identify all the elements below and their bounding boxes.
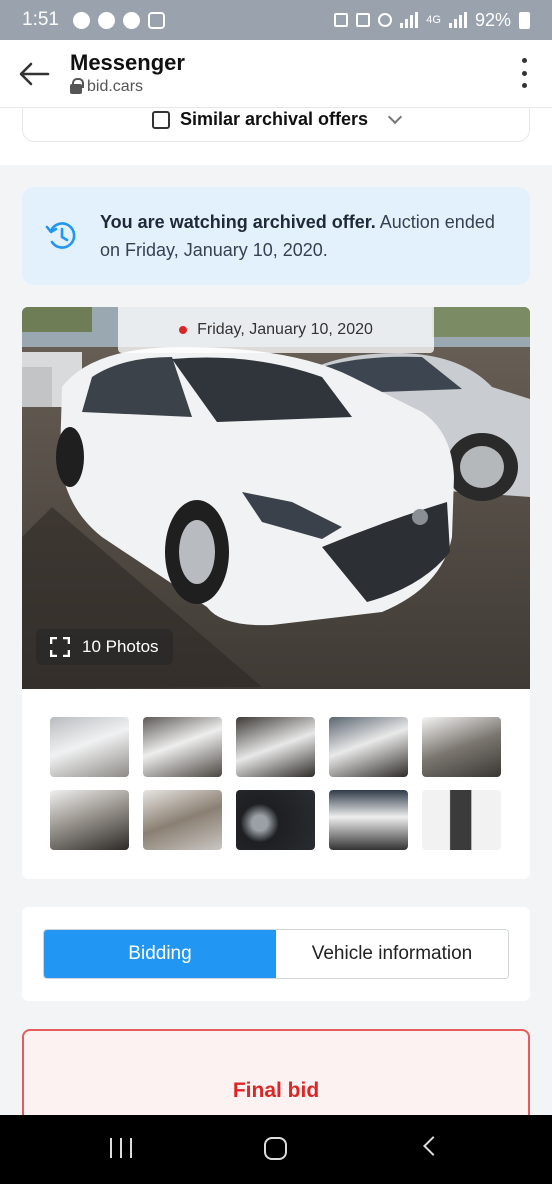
network-type: 4G bbox=[426, 14, 441, 26]
system-nav-bar bbox=[0, 1115, 552, 1184]
save-icon bbox=[334, 13, 349, 27]
more-options-button[interactable] bbox=[518, 58, 530, 88]
thumbnail[interactable] bbox=[422, 717, 501, 777]
thumbnail[interactable] bbox=[236, 717, 315, 777]
page-content: Similar archival offers You are watching… bbox=[0, 108, 552, 1115]
page-domain: bid.cars bbox=[70, 78, 185, 96]
final-bid-label: Final bid bbox=[232, 1079, 320, 1102]
tab-vehicle-information[interactable]: Vehicle information bbox=[276, 930, 508, 978]
dot bbox=[521, 70, 527, 76]
status-dot-icon bbox=[179, 326, 188, 334]
history-icon bbox=[45, 222, 76, 249]
dot bbox=[521, 58, 527, 63]
signal-icon bbox=[448, 12, 467, 28]
battery-percent: 92% bbox=[474, 9, 511, 30]
main-photo[interactable]: Friday, January 10, 2020 10 Photos bbox=[22, 307, 530, 689]
battery-icon bbox=[519, 11, 530, 29]
signal-icon bbox=[400, 12, 419, 28]
instagram-icon bbox=[147, 11, 165, 29]
similar-offers-toggle[interactable]: Similar archival offers bbox=[22, 108, 530, 142]
lock-icon bbox=[70, 78, 84, 94]
bar bbox=[130, 1138, 132, 1158]
photos-count-label: 10 Photos bbox=[82, 637, 159, 656]
similar-offers-label: Similar archival offers bbox=[179, 109, 369, 129]
facebook-icon bbox=[122, 11, 140, 29]
archived-notice-text: You are watching archived offer. Auction… bbox=[100, 208, 508, 264]
status-time: 1:51 bbox=[22, 9, 59, 30]
auction-date: Friday, January 10, 2020 bbox=[197, 321, 373, 338]
nfc-icon bbox=[356, 13, 371, 27]
recents-button[interactable] bbox=[110, 1138, 132, 1158]
back-button[interactable] bbox=[14, 54, 54, 94]
fullscreen-icon bbox=[50, 637, 70, 657]
tab-bar: Bidding Vehicle information bbox=[43, 929, 509, 979]
thumbnail-grid bbox=[50, 717, 502, 850]
bar bbox=[120, 1138, 122, 1158]
app-bar: Messenger bid.cars bbox=[0, 40, 552, 108]
app-title: Messenger bbox=[70, 50, 185, 75]
tabs-card: Bidding Vehicle information bbox=[22, 907, 530, 1001]
system-back-button[interactable] bbox=[423, 1136, 443, 1156]
thumbnail[interactable] bbox=[143, 790, 222, 850]
copy-icon bbox=[151, 110, 170, 129]
thumbnail[interactable] bbox=[422, 790, 501, 850]
bar bbox=[110, 1138, 112, 1158]
final-bid-card: Final bid bbox=[22, 1029, 530, 1115]
domain-text: bid.cars bbox=[87, 78, 144, 95]
messenger-icon bbox=[72, 11, 90, 29]
tab-bidding[interactable]: Bidding bbox=[44, 930, 276, 978]
status-bar: 1:51 4G 92% bbox=[0, 0, 552, 40]
thumbnail[interactable] bbox=[329, 790, 408, 850]
dot bbox=[521, 83, 527, 88]
thumbnail[interactable] bbox=[50, 717, 129, 777]
facebook-icon bbox=[97, 11, 115, 29]
home-button[interactable] bbox=[264, 1137, 287, 1160]
auction-date-badge: Friday, January 10, 2020 bbox=[118, 307, 434, 353]
offer-section: You are watching archived offer. Auction… bbox=[0, 165, 552, 1115]
similar-offers-card: Similar archival offers bbox=[0, 108, 552, 165]
photos-count-button[interactable]: 10 Photos bbox=[36, 629, 173, 665]
archived-notice-bold: You are watching archived offer. bbox=[100, 212, 376, 232]
thumbnail[interactable] bbox=[329, 717, 408, 777]
arrow-left-icon bbox=[19, 62, 50, 86]
alarm-icon bbox=[378, 13, 393, 27]
thumbnail[interactable] bbox=[236, 790, 315, 850]
archived-notice: You are watching archived offer. Auction… bbox=[22, 187, 530, 285]
thumbnail[interactable] bbox=[50, 790, 129, 850]
photo-gallery: Friday, January 10, 2020 10 Photos bbox=[22, 307, 530, 879]
chevron-down-icon bbox=[387, 109, 403, 124]
thumbnail[interactable] bbox=[143, 717, 222, 777]
